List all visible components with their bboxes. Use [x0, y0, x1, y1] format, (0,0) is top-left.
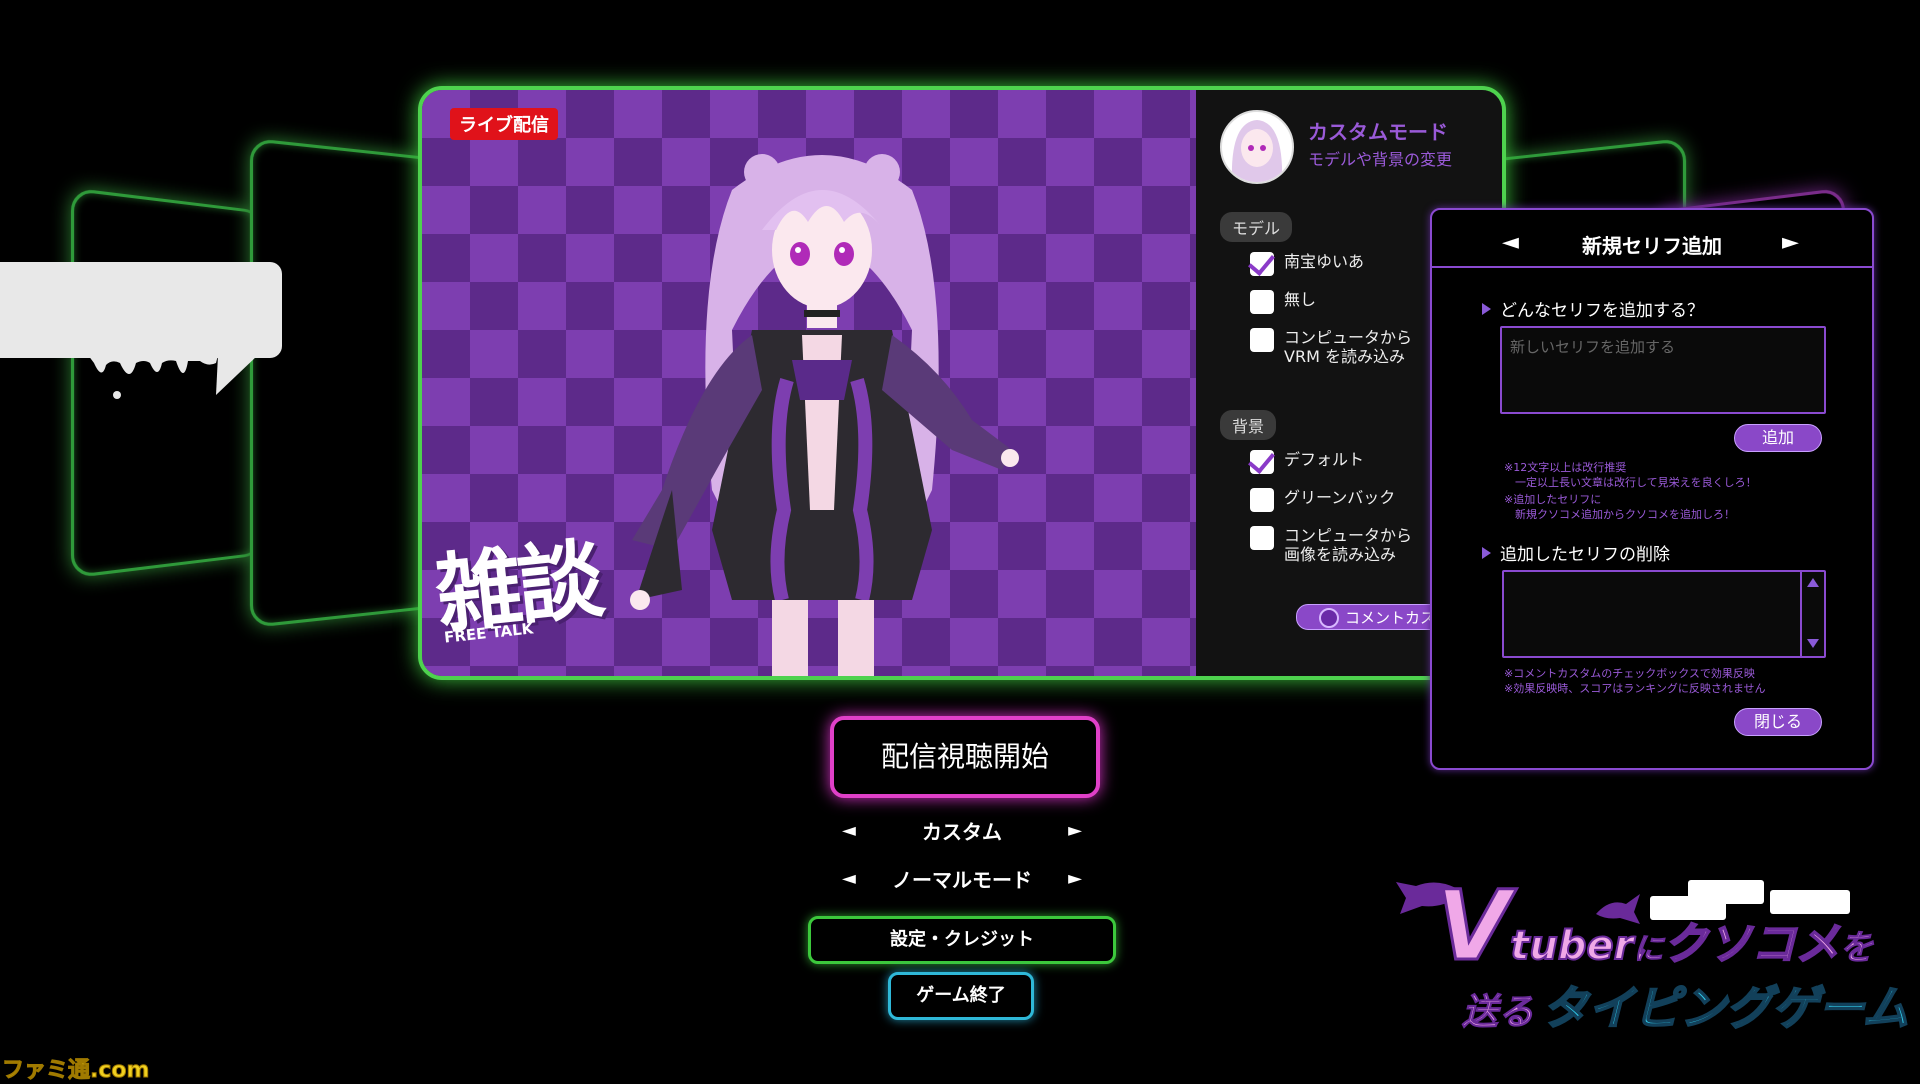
note-line: ※効果反映時、スコアはランキングに反映されません	[1504, 682, 1766, 695]
background-section-label: 背景	[1220, 410, 1277, 440]
added-lines-list[interactable]	[1502, 570, 1826, 658]
checkbox-checked[interactable]	[1250, 252, 1274, 276]
model-option-label: コンピュータから VRM を読み込み	[1284, 328, 1413, 366]
list-scrollbar[interactable]	[1800, 572, 1824, 656]
model-option-vrm[interactable]: コンピュータから VRM を読み込み	[1250, 328, 1412, 366]
speech-bubble	[0, 262, 282, 358]
scroll-up-icon[interactable]	[1807, 578, 1819, 587]
comment-custom-label: コメントカス	[1345, 609, 1436, 627]
dialog-next-arrow[interactable]: ►	[1782, 230, 1799, 255]
logo-typing-game: タイピングゲーム	[1541, 980, 1910, 1036]
logo-tuber: tuber	[1509, 922, 1634, 970]
checkbox-checked[interactable]	[1250, 450, 1274, 474]
mode-selector: ◄ カスタム ►	[842, 816, 1082, 845]
model-option-label: 南宝ゆいあ	[1284, 252, 1365, 271]
background-option-label: グリーンバック	[1284, 488, 1396, 507]
game-title-logo: Vtuberにクソコメを 送る タイピングゲーム	[1396, 869, 1910, 1050]
difficulty-prev-arrow[interactable]: ◄	[842, 868, 856, 889]
model-section-label: モデル	[1220, 212, 1293, 242]
logo-line1: Vtuberにクソコメを	[1434, 869, 1874, 984]
mode-next-arrow[interactable]: ►	[1068, 820, 1082, 841]
model-option-none[interactable]: 無し	[1250, 290, 1316, 314]
note-line: ※コメントカスタムのチェックボックスで効果反映	[1504, 667, 1755, 680]
background-option-label: デフォルト	[1284, 450, 1365, 469]
model-option-nanpo[interactable]: 南宝ゆいあ	[1250, 252, 1364, 276]
background-option-label: コンピュータから 画像を読み込み	[1284, 526, 1413, 564]
dialog-title: 新規セリフ追加	[1582, 234, 1722, 258]
start-stream-label: 配信視聴開始	[880, 740, 1049, 773]
main-screen: ライブ配信 雑談 FREE TALK カスタムモード モデルや背景の変更 モデル…	[418, 86, 1506, 680]
add-button[interactable]: 追加	[1734, 424, 1822, 452]
checkbox-unchecked[interactable]	[1250, 526, 1274, 550]
mode-title: カスタムモード	[1308, 120, 1448, 144]
background-option-default[interactable]: デフォルト	[1250, 450, 1364, 474]
mode-value: カスタム	[922, 820, 1002, 844]
difficulty-value: ノーマルモード	[892, 868, 1032, 892]
dialog-divider	[1432, 266, 1872, 268]
background-option-image[interactable]: コンピュータから 画像を読み込み	[1250, 526, 1412, 564]
logo-okuru: 送る	[1461, 992, 1535, 1034]
close-button[interactable]: 閉じる	[1734, 708, 1822, 736]
new-line-dialog: ◄ 新規セリフ追加 ► どんなセリフを追加する？ 新しいセリフを追加する 追加 …	[1430, 208, 1874, 770]
background-option-greenback[interactable]: グリーンバック	[1250, 488, 1395, 512]
model-option-label: 無し	[1284, 290, 1317, 309]
settings-credits-button[interactable]: 設定・クレジット	[808, 916, 1116, 964]
checkbox-unchecked[interactable]	[1250, 290, 1274, 314]
mode-prev-arrow[interactable]: ◄	[842, 820, 856, 841]
bubble-drip-icon	[88, 355, 258, 399]
vtuber-model	[630, 154, 1019, 676]
start-stream-button[interactable]: 配信視聴開始	[830, 716, 1100, 798]
delete-line-heading: 追加したセリフの削除	[1482, 540, 1670, 565]
mode-subtitle: モデルや背景の変更	[1308, 150, 1453, 169]
checkbox-unchecked[interactable]	[1250, 328, 1274, 352]
avatar-portrait-icon	[1231, 120, 1283, 182]
note-line: ※12文字以上は改行推奨	[1504, 461, 1627, 474]
checkbox-unchecked[interactable]	[1250, 488, 1274, 512]
quit-game-button[interactable]: ゲーム終了	[888, 972, 1034, 1020]
scroll-down-icon[interactable]	[1807, 639, 1819, 648]
new-line-input-placeholder: 新しいセリフを追加する	[1510, 338, 1676, 356]
quit-game-label: ゲーム終了	[916, 985, 1006, 1006]
logo-line2: 送る タイピングゲーム	[1461, 972, 1910, 1038]
note-line: 新規クソコメ追加からクソコメを追加しろ！	[1504, 508, 1735, 521]
watermark: ファミ通.com	[1, 1058, 150, 1084]
settings-credits-label: 設定・クレジット	[890, 929, 1034, 950]
free-talk-logo-main: 雑談	[431, 529, 605, 647]
difficulty-next-arrow[interactable]: ►	[1068, 868, 1082, 889]
difficulty-selector: ◄ ノーマルモード ►	[842, 864, 1082, 893]
avatar	[1220, 110, 1294, 184]
note-line: ※追加したセリフに	[1504, 493, 1602, 506]
new-line-input[interactable]: 新しいセリフを追加する	[1500, 326, 1826, 414]
add-line-heading: どんなセリフを追加する？	[1482, 296, 1704, 321]
logo-ni: に	[1633, 932, 1664, 968]
stream-preview: ライブ配信 雑談 FREE TALK	[422, 90, 1196, 676]
logo-v: V	[1434, 869, 1511, 984]
toggle-knob[interactable]	[1319, 608, 1339, 628]
logo-kusokome: クソコメ	[1662, 918, 1840, 971]
free-talk-logo: 雑談 FREE TALK	[431, 530, 656, 660]
note-line: 一定以上長い文章は改行して見栄えを良くしろ！	[1504, 476, 1757, 489]
logo-wo: を	[1839, 928, 1874, 969]
live-badge: ライブ配信	[450, 108, 558, 140]
